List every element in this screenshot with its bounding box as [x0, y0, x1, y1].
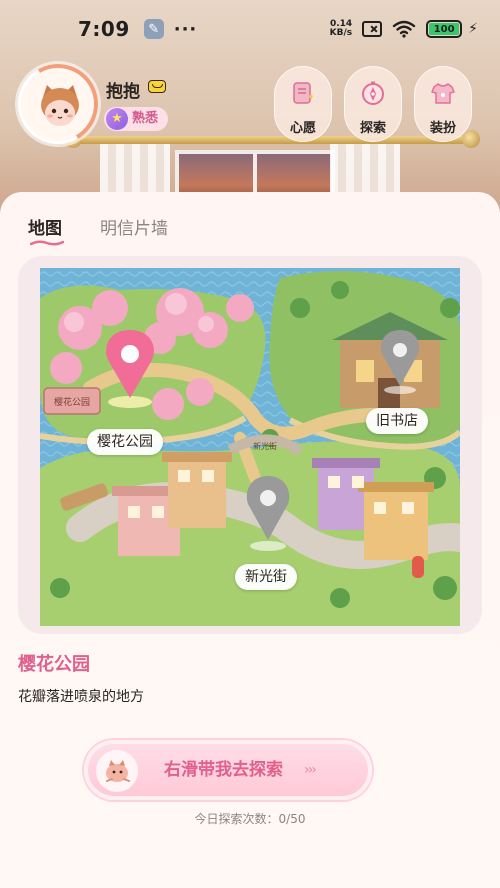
battery-level: 100 [429, 23, 460, 35]
tab-map[interactable]: 地图 [28, 214, 64, 246]
slide-to-explore-button[interactable]: 右滑带我去探索 ››› [84, 740, 372, 800]
map-label-old-bookshop[interactable]: 旧书店 [366, 408, 428, 434]
username: 抱抱 [106, 82, 140, 102]
star-icon: ★ [106, 108, 128, 130]
map-label-xinguang-street[interactable]: 新光街 [235, 564, 297, 590]
pet-runner-icon [106, 760, 130, 782]
network-speed: 0.14 KB/s [330, 20, 352, 38]
main-sheet: 地图 明信片墙 樱花公园 新光街 樱花公园 旧书店 新光街 樱花公园 花瓣落进喷… [0, 192, 500, 888]
wifi-icon [392, 20, 416, 38]
outfit-icon [429, 79, 457, 107]
rod-cap [462, 130, 480, 148]
avatar[interactable] [9, 55, 107, 153]
vip-badge-icon [148, 80, 166, 93]
relationship-level-badge[interactable]: ★ 熟悉 [104, 107, 169, 131]
charging-icon: ⚡ [468, 21, 478, 37]
selected-place-description: 花瓣落进喷泉的地方 [18, 689, 144, 705]
tab-map-label: 地图 [28, 219, 62, 239]
outfit-button[interactable]: 装扮 [414, 66, 472, 142]
tab-postcard-wall-label: 明信片墙 [100, 219, 168, 239]
compass-icon [359, 79, 387, 107]
map-card: 樱花公园 新光街 樱花公园 旧书店 新光街 [18, 256, 482, 634]
wish-button[interactable]: 心愿 [274, 66, 332, 142]
explore-label: 探索 [359, 121, 386, 136]
wrench-icon: ✎ [143, 19, 164, 39]
tab-bar: 地图 明信片墙 [28, 214, 168, 246]
outfit-label: 装扮 [429, 121, 456, 136]
daily-explore-count: 今日探索次数：0/50 [194, 812, 306, 826]
park-gate-sign: 樱花公园 [54, 396, 90, 408]
wish-label: 心愿 [289, 121, 316, 136]
clock: 7:09 [78, 17, 130, 41]
pet-avatar-icon [41, 85, 79, 126]
street-arch-sign: 新光街 [253, 441, 277, 451]
chevron-right-icon: ››› [304, 762, 317, 778]
explore-button[interactable]: 探索 [344, 66, 402, 142]
relationship-level-label: 熟悉 [132, 111, 159, 126]
more-dots-icon: ··· [173, 18, 198, 40]
active-tab-underline [30, 240, 64, 246]
slide-knob[interactable] [96, 750, 138, 792]
status-bar: 7:09 ✎ ··· 0.14 KB/s 100 ⚡ [0, 0, 500, 58]
slide-to-explore-label: 右滑带我去探索 [164, 760, 283, 780]
curtain-rod [70, 136, 470, 144]
battery-icon: 100 [426, 20, 463, 38]
no-sim-icon [362, 21, 383, 37]
town-map[interactable]: 樱花公园 新光街 樱花公园 旧书店 新光街 [40, 268, 460, 626]
map-label-cherry-park[interactable]: 樱花公园 [87, 429, 163, 455]
selected-place-name: 樱花公园 [18, 654, 90, 675]
tab-postcard-wall[interactable]: 明信片墙 [100, 214, 168, 239]
wish-list-icon [289, 79, 317, 107]
net-speed-unit: KB/s [329, 28, 353, 38]
